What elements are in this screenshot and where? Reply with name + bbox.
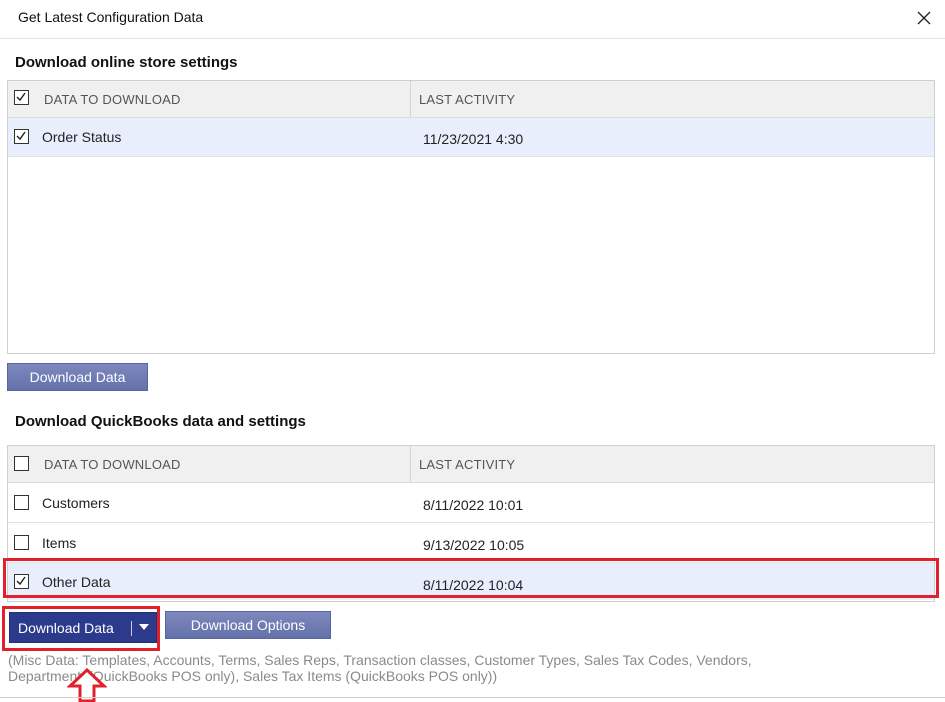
dialog-titlebar: Get Latest Configuration Data xyxy=(0,0,945,39)
items-checkbox[interactable] xyxy=(14,535,29,550)
close-icon[interactable] xyxy=(910,4,938,32)
row-last-activity: 8/11/2022 10:01 xyxy=(423,497,524,513)
misc-data-note: (Misc Data: Templates, Accounts, Terms, … xyxy=(8,652,752,684)
download-options-button[interactable]: Download Options xyxy=(165,611,331,639)
column-header-data[interactable]: DATA TO DOWNLOAD xyxy=(44,457,181,472)
row-label: Other Data xyxy=(42,574,111,590)
dialog-title: Get Latest Configuration Data xyxy=(18,9,204,25)
customers-checkbox[interactable] xyxy=(14,495,29,510)
checkmark-icon xyxy=(16,576,26,586)
row-last-activity: 11/23/2021 4:30 xyxy=(423,131,524,147)
table-row-customers[interactable]: Customers 8/11/2022 10:01 xyxy=(8,483,934,523)
table-row-order-status[interactable]: Order Status 11/23/2021 4:30 xyxy=(8,118,934,157)
store-download-data-button[interactable]: Download Data xyxy=(7,363,148,391)
qb-select-all-checkbox[interactable] xyxy=(14,456,29,471)
column-header-last-activity[interactable]: LAST ACTIVITY xyxy=(419,92,515,107)
store-data-grid: DATA TO DOWNLOAD LAST ACTIVITY Order Sta… xyxy=(7,80,935,354)
bottom-divider xyxy=(0,697,945,698)
column-header-data[interactable]: DATA TO DOWNLOAD xyxy=(44,92,181,107)
store-section-title: Download online store settings xyxy=(15,54,238,71)
qb-grid-header: DATA TO DOWNLOAD LAST ACTIVITY xyxy=(8,446,934,483)
column-separator xyxy=(410,81,411,117)
qb-download-data-split-button[interactable]: Download Data xyxy=(9,612,157,643)
split-divider xyxy=(131,621,132,636)
checkmark-icon xyxy=(16,92,26,102)
row-label: Order Status xyxy=(42,129,122,145)
store-grid-header: DATA TO DOWNLOAD LAST ACTIVITY xyxy=(8,81,934,118)
row-last-activity: 8/11/2022 10:04 xyxy=(423,577,524,593)
checkmark-icon xyxy=(16,131,26,141)
order-status-checkbox[interactable] xyxy=(14,129,29,144)
qb-section-title: Download QuickBooks data and settings xyxy=(15,413,306,430)
store-select-all-checkbox[interactable] xyxy=(14,90,29,105)
row-label: Customers xyxy=(42,495,110,511)
table-row-items[interactable]: Items 9/13/2022 10:05 xyxy=(8,523,934,563)
qb-data-grid: DATA TO DOWNLOAD LAST ACTIVITY Customers… xyxy=(7,445,935,602)
other-data-checkbox[interactable] xyxy=(14,574,29,589)
row-label: Items xyxy=(42,535,77,551)
column-header-last-activity[interactable]: LAST ACTIVITY xyxy=(419,457,515,472)
table-row-other-data[interactable]: Other Data 8/11/2022 10:04 xyxy=(8,563,934,600)
close-button[interactable] xyxy=(910,4,938,32)
download-data-label[interactable]: Download Data xyxy=(18,620,114,636)
row-last-activity: 9/13/2022 10:05 xyxy=(423,537,525,553)
caret-down-icon[interactable] xyxy=(139,623,149,631)
column-separator xyxy=(410,446,411,482)
